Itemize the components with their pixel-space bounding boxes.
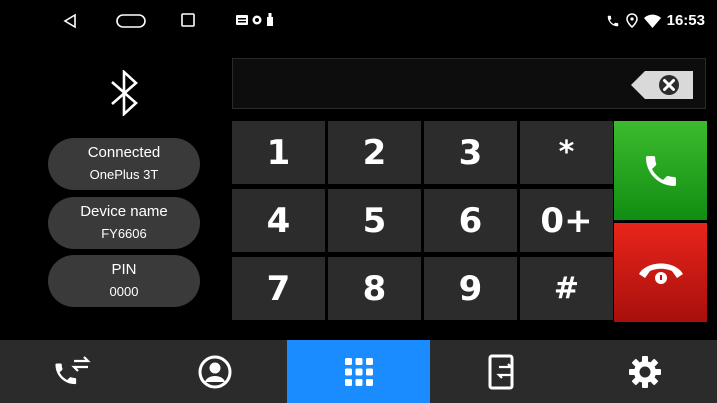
device-name-label: Device name — [80, 203, 168, 220]
key-star[interactable]: * — [520, 121, 613, 184]
pin-value: 0000 — [109, 284, 139, 299]
key-5[interactable]: 5 — [328, 189, 421, 252]
dialpad-icon — [344, 357, 373, 386]
settings-icon — [629, 355, 662, 388]
hangup-icon — [638, 263, 683, 284]
notification-icon — [236, 15, 248, 25]
location-icon — [625, 13, 638, 28]
backspace-button[interactable] — [631, 71, 693, 99]
connected-device-panel: Connected OnePlus 3T — [48, 138, 200, 190]
key-2[interactable]: 2 — [328, 121, 421, 184]
key-hash[interactable]: # — [520, 257, 613, 320]
status-icons: 16:53 — [606, 12, 705, 29]
key-1[interactable]: 1 — [232, 121, 325, 184]
phone-call-icon — [645, 155, 676, 186]
device-name-panel: Device name FY6606 — [48, 197, 200, 249]
tab-settings[interactable] — [574, 340, 717, 403]
call-button[interactable] — [614, 121, 707, 220]
device-name-value: FY6606 — [101, 226, 147, 241]
wifi-icon — [643, 14, 661, 28]
connected-device-name: OnePlus 3T — [89, 167, 159, 182]
record-icon — [252, 15, 262, 25]
tab-phone-transfer[interactable] — [430, 340, 573, 403]
key-4[interactable]: 4 — [232, 189, 325, 252]
usb-icon — [267, 13, 273, 26]
back-icon[interactable] — [63, 13, 77, 29]
pin-label: PIN — [111, 261, 137, 278]
key-9[interactable]: 9 — [424, 257, 517, 320]
phone-transfer-icon — [488, 354, 514, 389]
status-time: 16:53 — [666, 12, 705, 29]
dialpad: 1 2 3 * 4 5 6 0+ 7 8 9 # — [232, 121, 613, 322]
tab-dialpad[interactable] — [286, 340, 431, 403]
recents-icon[interactable] — [181, 13, 195, 27]
screen: 16:53 Connected OnePlus 3T Device name F… — [0, 0, 717, 403]
tab-contacts[interactable] — [143, 340, 286, 403]
status-bar: 16:53 — [0, 0, 717, 40]
key-7[interactable]: 7 — [232, 257, 325, 320]
bluetooth-icon — [111, 70, 138, 116]
connected-label: Connected — [87, 144, 161, 161]
phone-icon — [607, 15, 618, 26]
pin-panel: PIN 0000 — [48, 255, 200, 307]
number-display[interactable] — [232, 58, 706, 109]
bottom-nav-bar — [0, 340, 717, 403]
key-3[interactable]: 3 — [424, 121, 517, 184]
call-log-icon — [55, 355, 91, 384]
key-0-plus[interactable]: 0+ — [520, 189, 613, 252]
tab-call-log[interactable] — [0, 340, 143, 403]
key-6[interactable]: 6 — [424, 189, 517, 252]
contacts-icon — [198, 355, 232, 388]
key-8[interactable]: 8 — [328, 257, 421, 320]
home-icon[interactable] — [116, 14, 146, 28]
hangup-button[interactable] — [614, 223, 707, 322]
